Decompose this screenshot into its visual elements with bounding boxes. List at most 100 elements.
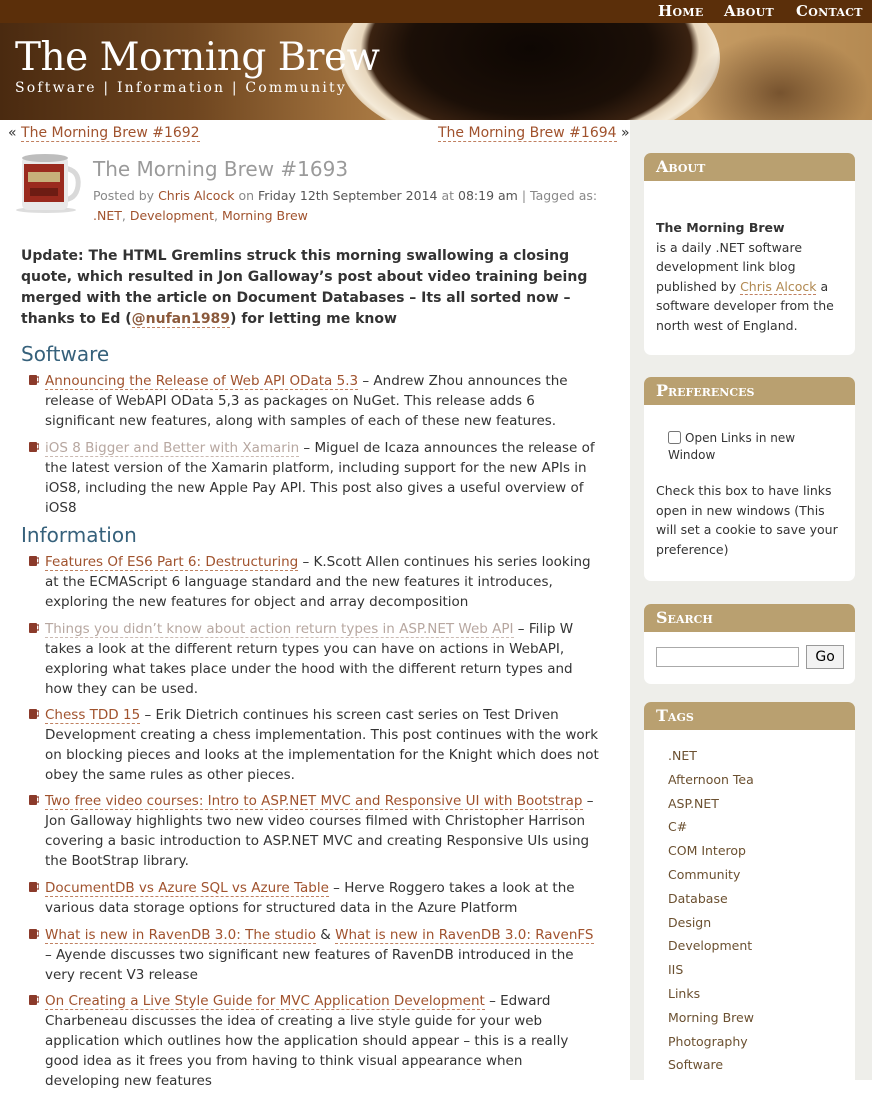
tag-item: Development [668, 934, 754, 958]
tag-link[interactable]: COM Interop [668, 843, 746, 858]
search-widget: Search Go [644, 604, 855, 684]
tag-link[interactable]: ASP.NET [668, 796, 719, 811]
tag-list: .NET Afternoon Tea ASP.NET C# COM Interop Com… [668, 744, 754, 1077]
meta-at: at [441, 188, 455, 203]
site-tagline: Software | Information | Community [15, 80, 347, 96]
article-link[interactable]: What is new in RavenDB 3.0: The studio [45, 927, 316, 944]
next-post-link[interactable]: The Morning Brew #1694 [438, 125, 617, 142]
meta-posted-by: Posted by [93, 188, 155, 203]
preferences-widget-body: Open Links in new Window Check this box … [644, 405, 855, 571]
list-item: iOS 8 Bigger and Better with Xamarin – M… [29, 438, 601, 518]
mug-bullet-icon [29, 442, 39, 452]
next-post-nav: The Morning Brew #1694 » [438, 125, 630, 142]
open-links-option: Open Links in new Window [656, 430, 843, 464]
tags-widget: Tags .NET Afternoon Tea ASP.NET C# COM Inter… [644, 702, 855, 1102]
tag-link[interactable]: Software [668, 1057, 723, 1072]
mug-bullet-icon [29, 623, 39, 633]
mug-bullet-icon [29, 375, 39, 385]
tag-item: COM Interop [668, 839, 754, 863]
meta-date: Friday 12th September 2014 [258, 188, 438, 203]
tags-widget-title: Tags [644, 702, 855, 730]
tag-link[interactable]: .NET [668, 748, 697, 763]
tag-link[interactable]: Design [668, 915, 711, 930]
meta-on: on [238, 188, 255, 203]
article-link[interactable]: Chess TDD 15 [45, 707, 141, 724]
list-item: Two free video courses: Intro to ASP.NET… [29, 791, 601, 871]
tag-item: ASP.NET [668, 792, 754, 816]
tag-item: Links [668, 982, 754, 1006]
tag-link[interactable]: Afternoon Tea [668, 772, 754, 787]
nav-home-link[interactable]: Home [658, 2, 704, 20]
article-link[interactable]: Announcing the Release of Web API OData … [45, 373, 359, 390]
tag-link[interactable]: C# [668, 819, 687, 834]
list-item: What is new in RavenDB 3.0: The studio &… [29, 925, 601, 985]
about-widget-body: The Morning Brew is a daily .NET softwar… [644, 181, 855, 347]
preferences-text: Check this box to have links open in new… [656, 483, 838, 557]
open-links-checkbox[interactable] [668, 431, 681, 444]
nav-contact-link[interactable]: Contact [796, 2, 863, 20]
tag-link[interactable]: Database [668, 891, 728, 906]
list-item: Features Of ES6 Part 6: Destructuring – … [29, 552, 601, 612]
tag-link[interactable]: Links [668, 986, 700, 1001]
meta-tagged: | Tagged as: [521, 188, 598, 203]
tag-item: Design [668, 911, 754, 935]
tag-link[interactable]: Photography [668, 1034, 748, 1049]
meta-tag-link[interactable]: .NET [93, 208, 122, 223]
article-amp: & [315, 927, 336, 943]
article-link[interactable]: Things you didn’t know about action retu… [45, 621, 514, 638]
tag-item: IIS [668, 958, 754, 982]
prev-post-link[interactable]: The Morning Brew #1692 [21, 125, 200, 142]
tag-item: Morning Brew [668, 1006, 754, 1030]
tag-item: Software [668, 1053, 754, 1077]
open-links-label: Open Links in new Window [668, 431, 796, 462]
tag-link[interactable]: IIS [668, 962, 683, 977]
mug-icon [16, 154, 81, 213]
meta-time: 08:19 am [458, 188, 518, 203]
list-item: On Creating a Live Style Guide for MVC A… [29, 991, 601, 1091]
nav-about-link[interactable]: About [724, 2, 774, 20]
meta-comma: , [121, 208, 126, 223]
coffee-cup-image [340, 23, 720, 120]
article-link[interactable]: On Creating a Live Style Guide for MVC A… [45, 993, 485, 1010]
article-link[interactable]: DocumentDB vs Azure SQL vs Azure Table [45, 880, 329, 897]
mug-bullet-icon [29, 556, 39, 566]
meta-tag-link[interactable]: Morning Brew [222, 208, 308, 223]
tag-item: .NET [668, 744, 754, 768]
tag-link[interactable]: Community [668, 867, 740, 882]
meta-comma: , [213, 208, 218, 223]
mug-bullet-icon [29, 929, 39, 939]
site-title[interactable]: The Morning Brew [15, 35, 380, 80]
site-header: The Morning Brew Software | Information … [0, 23, 872, 120]
next-arrow: » [621, 125, 630, 141]
prev-arrow: « [8, 125, 17, 141]
prev-post-nav: « The Morning Brew #1692 [8, 125, 200, 142]
about-widget: About The Morning Brew is a daily .NET s… [644, 153, 855, 355]
update-end: ) for letting me know [230, 311, 397, 327]
article-link[interactable]: Features Of ES6 Part 6: Destructuring [45, 554, 299, 571]
article-link[interactable]: What is new in RavenDB 3.0: RavenFS [335, 927, 594, 944]
article-link[interactable]: iOS 8 Bigger and Better with Xamarin [45, 440, 300, 457]
meta-tag-link[interactable]: Development [130, 208, 214, 223]
top-nav: Home About Contact [0, 0, 872, 23]
tag-item: Afternoon Tea [668, 768, 754, 792]
search-input[interactable] [656, 647, 799, 667]
section-heading-software: Software [21, 342, 110, 366]
tag-item: C# [668, 815, 754, 839]
meta-author-link[interactable]: Chris Alcock [158, 188, 234, 203]
mug-bullet-icon [29, 795, 39, 805]
article-summary: – Ayende discusses two significant new f… [45, 947, 574, 983]
tag-item: Database [668, 887, 754, 911]
tag-link[interactable]: Development [668, 938, 752, 953]
tag-item: Photography [668, 1030, 754, 1054]
tag-link[interactable]: Morning Brew [668, 1010, 754, 1025]
tag-item: Community [668, 863, 754, 887]
post-title: The Morning Brew #1693 [93, 157, 349, 181]
list-item: DocumentDB vs Azure SQL vs Azure Table –… [29, 878, 601, 918]
article-link[interactable]: Two free video courses: Intro to ASP.NET… [45, 793, 583, 810]
mug-bullet-icon [29, 882, 39, 892]
update-notice: Update: The HTML Gremlins struck this mo… [21, 246, 621, 330]
twitter-handle-link[interactable]: @nufan1989 [131, 311, 231, 328]
about-author-link[interactable]: Chris Alcock [740, 278, 817, 295]
search-widget-title: Search [644, 604, 855, 632]
search-go-button[interactable]: Go [806, 645, 845, 669]
